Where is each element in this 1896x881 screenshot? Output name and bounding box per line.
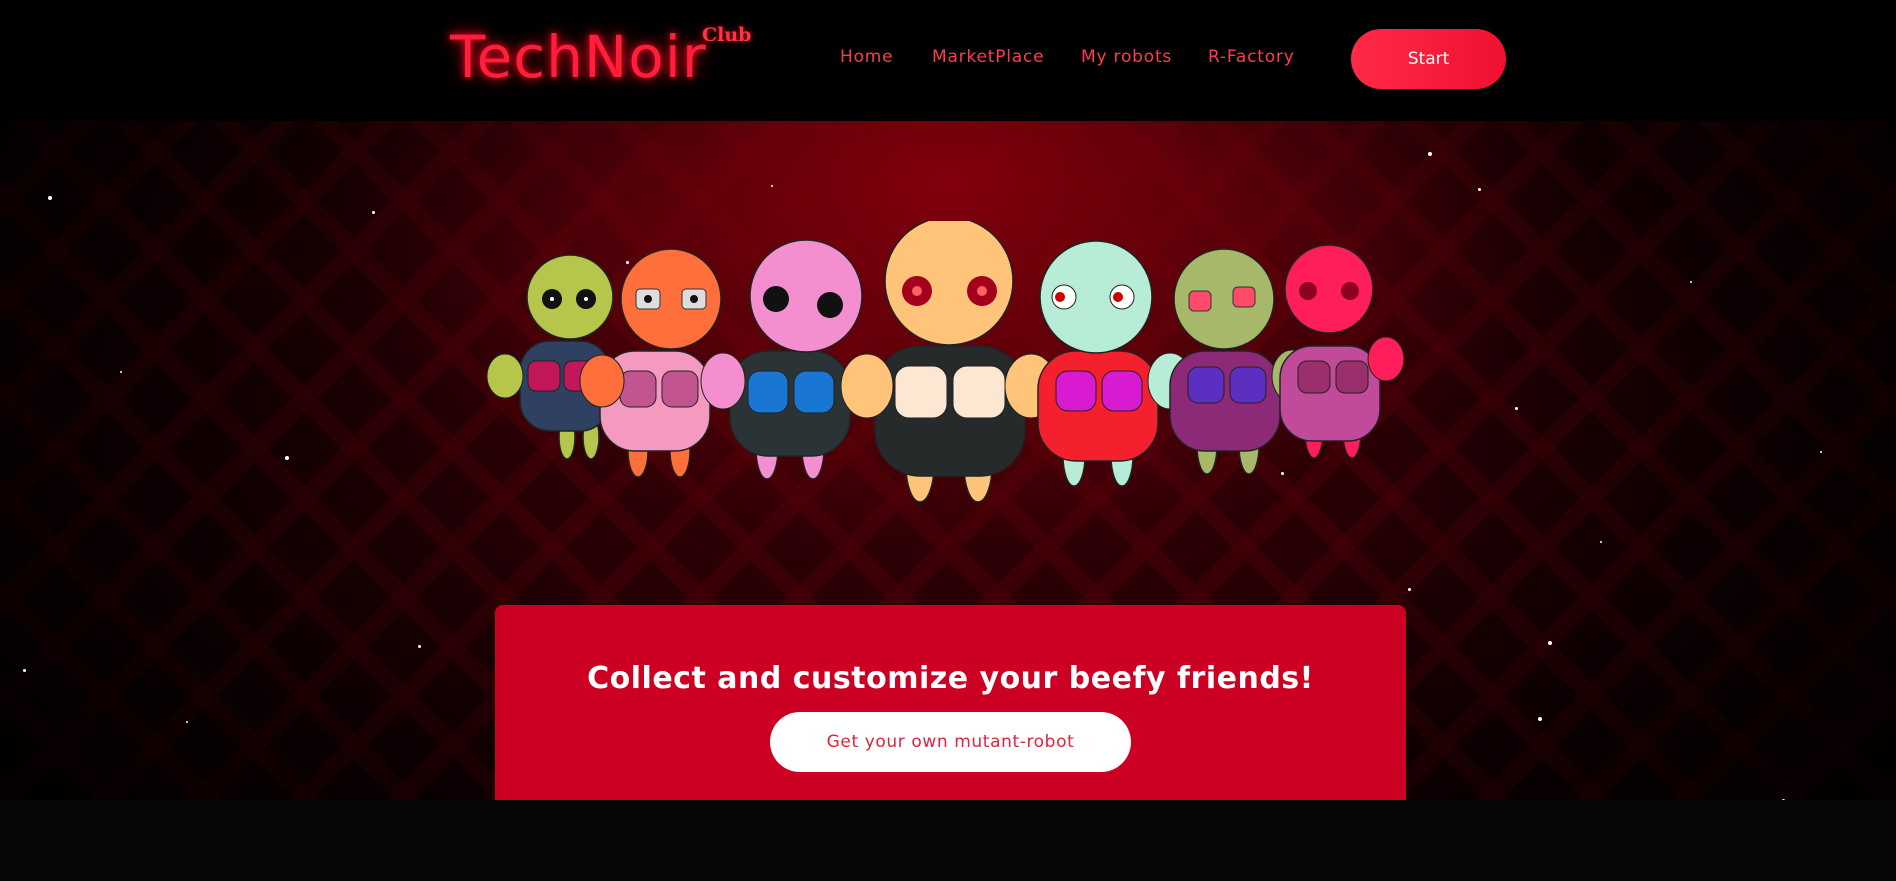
logo-superscript: Club — [702, 24, 752, 46]
navbar: TechNoir Club Home MarketPlace My robots… — [0, 0, 1896, 121]
nav-marketplace[interactable]: MarketPlace — [932, 47, 1044, 67]
hero-tagline: Collect and customize your beefy friends… — [587, 661, 1314, 696]
nav-r-factory[interactable]: R-Factory — [1208, 47, 1295, 67]
robot-mint — [1037, 240, 1193, 487]
nav-home[interactable]: Home — [840, 47, 893, 67]
page-bottom-strip — [0, 800, 1896, 881]
start-button[interactable]: Start — [1351, 29, 1506, 89]
robot-group-illustration — [486, 221, 1405, 503]
site-logo[interactable]: TechNoir — [450, 22, 707, 92]
get-robot-button[interactable]: Get your own mutant-robot — [770, 712, 1131, 772]
nav-my-robots[interactable]: My robots — [1081, 47, 1172, 67]
robot-magenta — [1279, 244, 1405, 459]
hero-card: Collect and customize your beefy friends… — [495, 605, 1406, 800]
hero-section: Collect and customize your beefy friends… — [0, 121, 1896, 800]
robot-peach — [840, 221, 1058, 503]
robot-pink — [700, 239, 863, 480]
